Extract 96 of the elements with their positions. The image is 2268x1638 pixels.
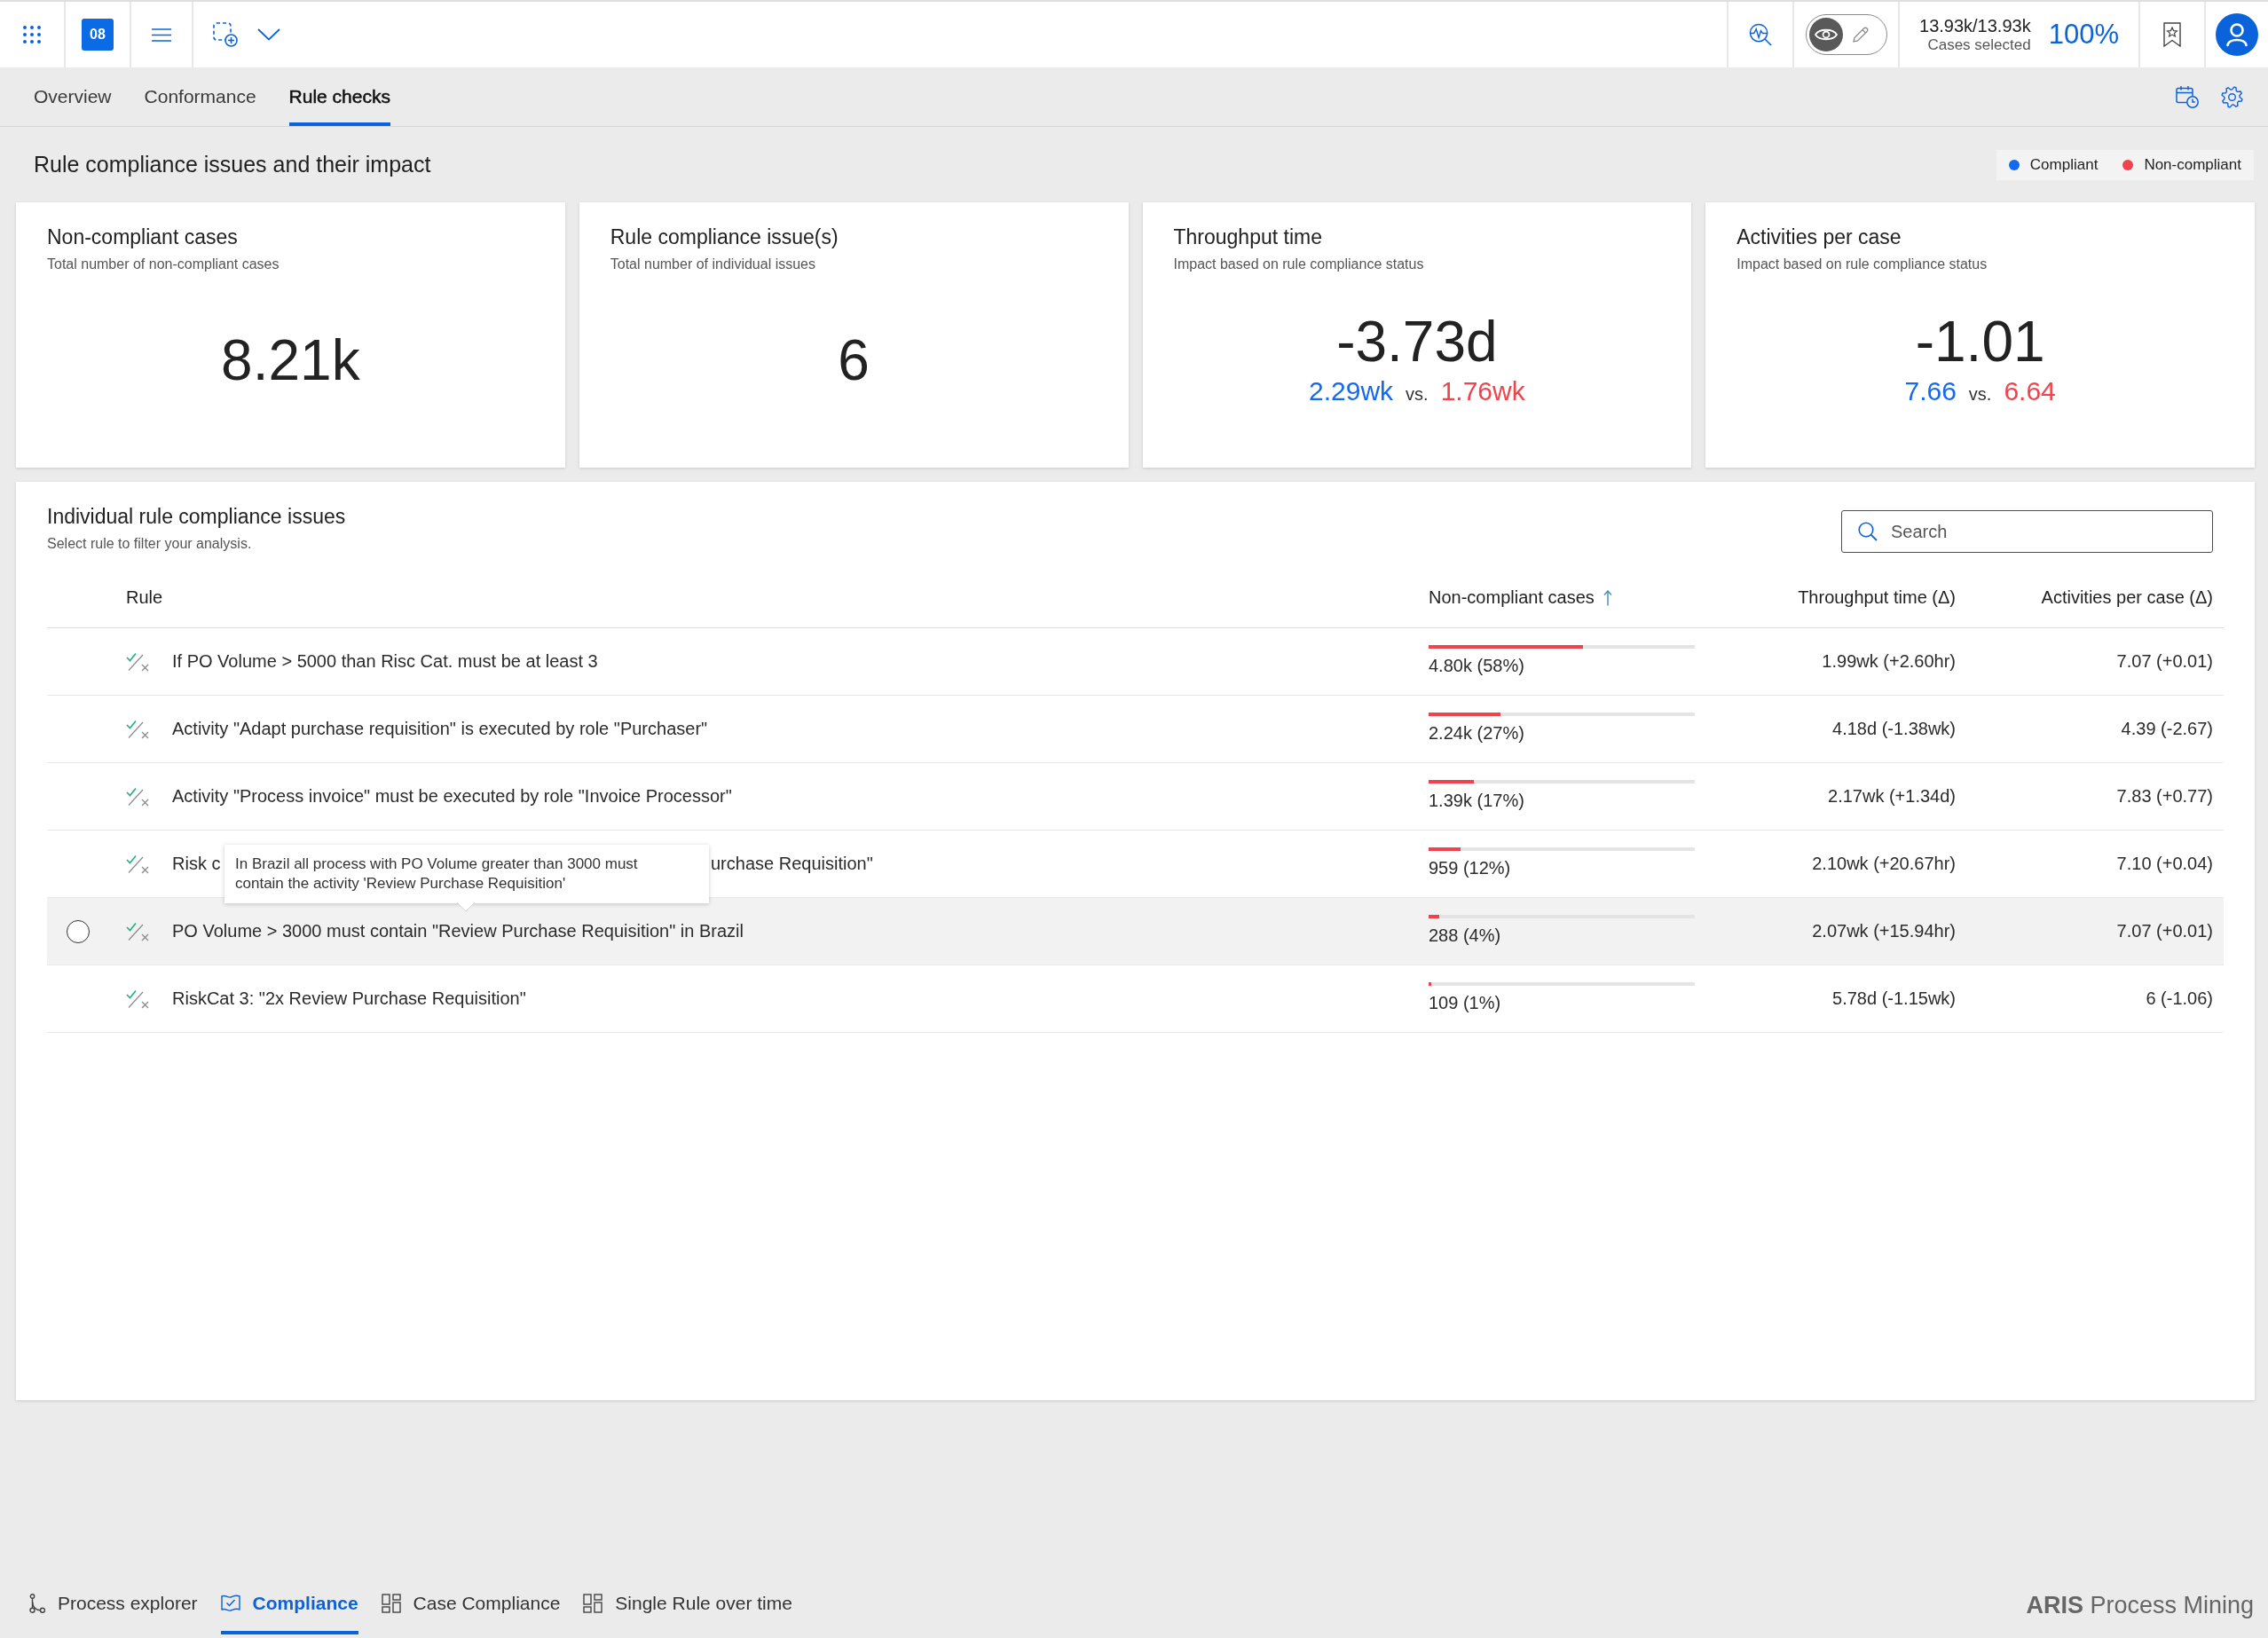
flag-check-icon bbox=[220, 1595, 240, 1612]
bottom-tab[interactable]: Case Compliance bbox=[381, 1569, 561, 1634]
chevron-down-icon[interactable] bbox=[257, 28, 280, 41]
compliant-value: 7.66 bbox=[1904, 374, 1957, 407]
column-header[interactable]: Throughput time (Δ) bbox=[1798, 587, 1956, 608]
check-cross-icon bbox=[126, 921, 149, 941]
rule-text: Activity "Process invoice" must be executed by role "Invoice Processor" bbox=[172, 786, 732, 807]
card-subtitle: Impact based on rule compliance status bbox=[1736, 256, 1988, 273]
kpi-value: 8.21k bbox=[221, 328, 360, 392]
tab[interactable]: Overview bbox=[34, 67, 112, 126]
table-cell: 1.99wk (+2.60hr) bbox=[1822, 651, 1956, 672]
table-cell: 4.18d (-1.38wk) bbox=[1832, 719, 1956, 739]
column-header[interactable]: Activities per case (Δ) bbox=[2041, 587, 2213, 608]
table-cell: 7.83 (+0.77) bbox=[2116, 786, 2213, 807]
card-title: Non-compliant cases bbox=[47, 224, 239, 250]
tab[interactable]: Conformance bbox=[144, 67, 256, 126]
settings-icon[interactable] bbox=[2221, 85, 2243, 108]
case-count: 13.93k/13.93k bbox=[1919, 15, 2031, 36]
search-field[interactable]: Search bbox=[1841, 510, 2213, 553]
rule-text: If PO Volume > 5000 than Risc Cat. must be at least 3 bbox=[172, 651, 598, 672]
selection-percentage: 100% bbox=[2048, 19, 2119, 51]
rule-text: Risk c bbox=[172, 854, 221, 874]
apps-grid-icon[interactable] bbox=[23, 26, 41, 43]
rule-text: RiskCat 3: "2x Review Purchase Requisition" bbox=[172, 988, 526, 1009]
bookmark-star-icon[interactable] bbox=[2163, 22, 2181, 47]
check-cross-icon bbox=[126, 786, 149, 807]
comparison-separator: vs. bbox=[1406, 382, 1429, 406]
sort-arrow-icon bbox=[1603, 589, 1612, 606]
bottom-tab[interactable]: Process explorer bbox=[29, 1569, 198, 1634]
bottom-tab[interactable]: Compliance bbox=[220, 1569, 358, 1634]
legend-label: Non-compliant bbox=[2144, 155, 2241, 174]
search-icon bbox=[1858, 522, 1878, 541]
table-cell: 2.24k (27%) bbox=[1429, 722, 1524, 744]
radio-button[interactable] bbox=[67, 919, 90, 943]
rule-text: urchase Requisition" bbox=[710, 854, 873, 874]
dashed-square-plus-icon[interactable] bbox=[213, 22, 238, 47]
card-subtitle: Total number of non-compliant cases bbox=[47, 256, 280, 273]
card-title: Throughput time bbox=[1173, 224, 1323, 250]
card-subtitle: Impact based on rule compliance status bbox=[1173, 256, 1425, 273]
panel-title: Individual rule compliance issues bbox=[47, 504, 346, 530]
table-cell: 7.07 (+0.01) bbox=[2116, 921, 2213, 941]
table-cell: 2.10wk (+20.67hr) bbox=[1812, 854, 1956, 874]
compliant-value: 2.29wk bbox=[1309, 374, 1394, 407]
rule-text: Activity "Adapt purchase requisition" is executed by role "Purchaser" bbox=[172, 719, 708, 739]
table-row[interactable]: Activity "Process invoice" must be executed by role "Invoice Processor" 1.39k (17%) 2.17wk (+1.34d) 7.83 (+0.77) bbox=[47, 763, 2224, 831]
panel-subtitle: Select rule to filter your analysis. bbox=[47, 535, 253, 553]
kpi-value: 6 bbox=[838, 328, 870, 392]
legend-label: Compliant bbox=[2029, 155, 2099, 174]
kpi-value: -3.73d bbox=[1336, 309, 1498, 374]
branch-icon bbox=[29, 1594, 45, 1613]
tab[interactable]: Rule checks bbox=[288, 67, 390, 126]
check-cross-icon bbox=[126, 988, 149, 1009]
user-avatar-icon[interactable] bbox=[2216, 13, 2258, 56]
pulse-magnifier-icon[interactable] bbox=[1749, 23, 1772, 46]
tooltip-arrow-icon bbox=[457, 902, 475, 911]
case-count-label: Cases selected bbox=[1927, 35, 2031, 54]
table-row[interactable]: Activity "Adapt purchase requisition" is executed by role "Purchaser" 2.24k (27%) 4.18d (-1.38wk) 4.39 (-2.67) bbox=[47, 696, 2224, 763]
card-title: Rule compliance issue(s) bbox=[610, 224, 839, 250]
table-cell: 5.78d (-1.15wk) bbox=[1832, 988, 1956, 1009]
column-header[interactable]: Non-compliant cases bbox=[1429, 587, 1612, 608]
eye-icon bbox=[1814, 27, 1838, 43]
comparison-separator: vs. bbox=[1968, 382, 1992, 406]
dashboard-grid-icon bbox=[381, 1594, 401, 1613]
card-title: Activities per case bbox=[1736, 224, 1902, 250]
table-cell: 109 (1%) bbox=[1429, 992, 1501, 1013]
menu-icon[interactable] bbox=[152, 28, 171, 42]
calendar-clock-icon[interactable] bbox=[2176, 85, 2199, 108]
table-cell: 1.39k (17%) bbox=[1429, 790, 1524, 811]
number-badge[interactable]: 08 bbox=[82, 19, 114, 51]
bottom-tab[interactable]: Single Rule over time bbox=[583, 1569, 792, 1634]
table-row[interactable]: RiskCat 3: "2x Review Purchase Requisition" 109 (1%) 5.78d (-1.15wk) 6 (-1.06) bbox=[47, 965, 2224, 1033]
check-cross-icon bbox=[126, 719, 149, 739]
view-button[interactable] bbox=[1808, 18, 1843, 51]
table-cell: 2.07wk (+15.94hr) bbox=[1812, 921, 1956, 941]
check-cross-icon bbox=[126, 854, 149, 874]
non-compliant-value: 1.76wk bbox=[1440, 374, 1525, 407]
table-cell: 6 (-1.06) bbox=[2146, 988, 2213, 1009]
table-cell: 959 (12%) bbox=[1429, 857, 1511, 878]
rule-text: PO Volume > 3000 must contain "Review Purchase Requisition" in Brazil bbox=[172, 921, 744, 941]
table-cell: 7.10 (+0.04) bbox=[2116, 854, 2213, 874]
kpi-value: -1.01 bbox=[1915, 309, 2045, 374]
table-row[interactable]: If PO Volume > 5000 than Risc Cat. must be at least 3 4.80k (58%) 1.99wk (+2.60hr) 7.07 (+0.01) bbox=[47, 628, 2224, 696]
logo-text: ARIS Process Mining bbox=[2026, 1590, 2254, 1619]
page-title: Rule compliance issues and their impact bbox=[34, 152, 431, 177]
card-subtitle: Total number of individual issues bbox=[610, 256, 816, 273]
table-cell: 7.07 (+0.01) bbox=[2116, 651, 2213, 672]
non-compliant-value: 6.64 bbox=[2004, 374, 2056, 407]
tooltip: In Brazil all process with PO Volume greater than 3000 must contain the activity 'Review Purchase Requisition' bbox=[224, 845, 709, 903]
table-cell: 4.80k (58%) bbox=[1429, 655, 1524, 676]
table-cell: 4.39 (-2.67) bbox=[2121, 719, 2213, 739]
table-cell: 288 (4%) bbox=[1429, 925, 1501, 946]
pencil-icon bbox=[1852, 27, 1869, 43]
dashboard-grid-icon bbox=[583, 1594, 603, 1613]
check-cross-icon bbox=[126, 651, 149, 672]
table-cell: 2.17wk (+1.34d) bbox=[1828, 786, 1956, 807]
column-header[interactable]: Rule bbox=[126, 587, 163, 608]
